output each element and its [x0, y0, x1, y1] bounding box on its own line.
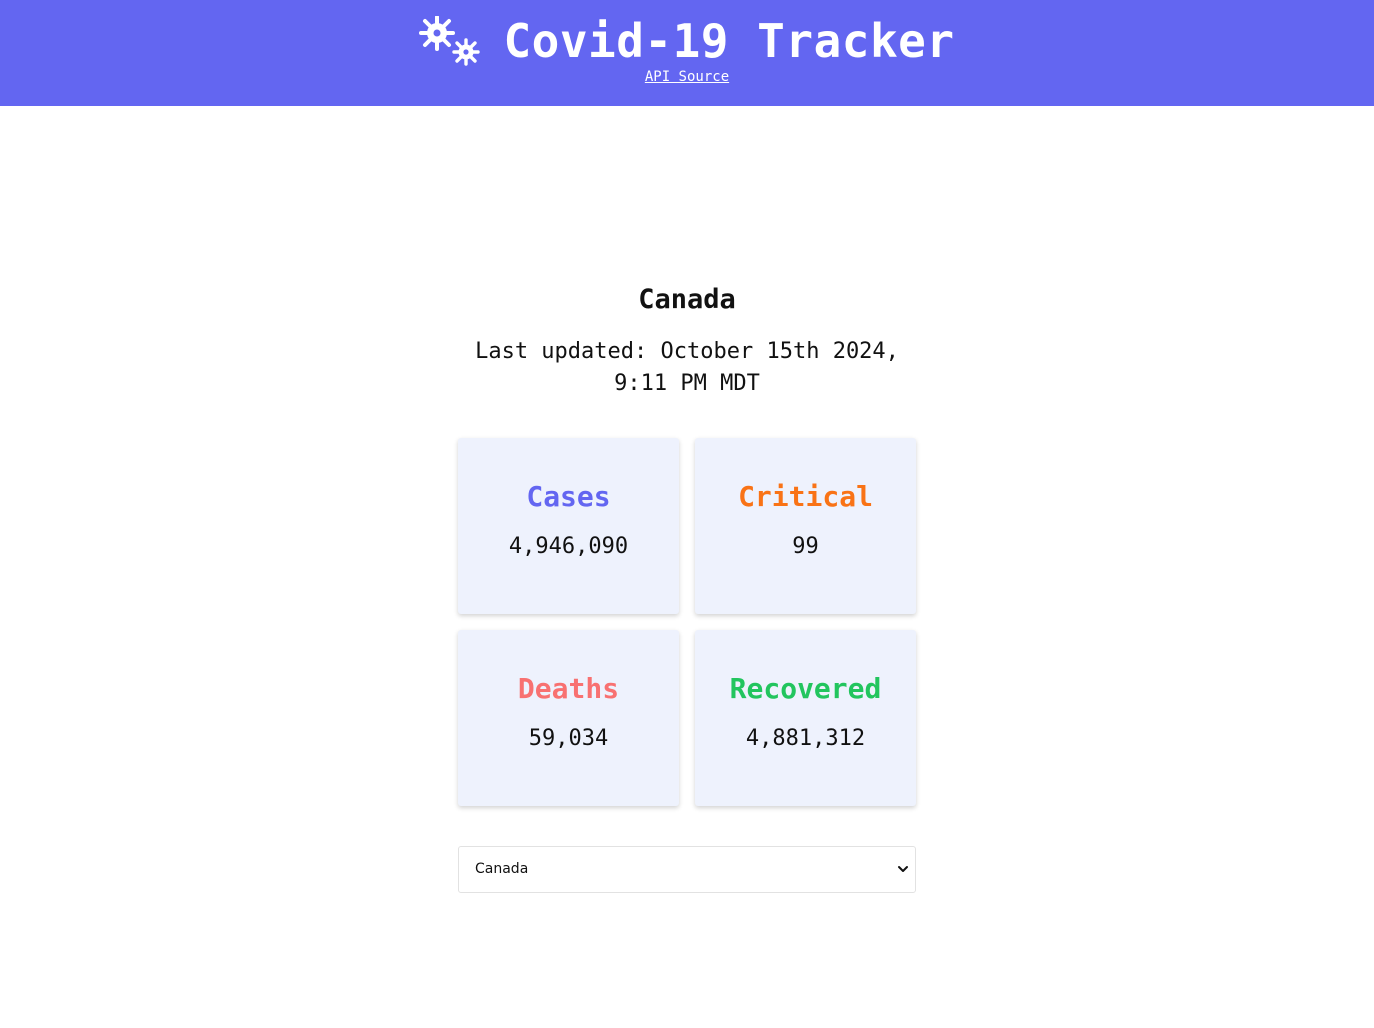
header: Covid-19 Tracker API Source	[0, 0, 1374, 106]
stat-card-critical: Critical 99	[695, 438, 916, 614]
stat-label-critical: Critical	[738, 480, 873, 513]
country-select[interactable]: Canada	[458, 846, 916, 893]
stat-card-deaths: Deaths 59,034	[458, 630, 679, 806]
brand: Covid-19 Tracker	[0, 14, 1374, 68]
app-title: Covid-19 Tracker	[503, 14, 955, 68]
country-heading: Canada	[638, 284, 736, 315]
stat-label-deaths: Deaths	[517, 672, 620, 705]
stat-card-cases: Cases 4,946,090	[458, 438, 679, 614]
stat-value-deaths: 59,034	[528, 726, 609, 751]
stat-label-recovered: Recovered	[729, 672, 882, 705]
country-select-value: Canada	[475, 861, 529, 877]
stat-value-critical: 99	[792, 534, 819, 559]
virus-icon	[419, 16, 481, 66]
stat-value-cases: 4,946,090	[508, 534, 629, 559]
last-updated-text: Last updated: October 15th 2024, 9:11 PM…	[475, 339, 899, 396]
stat-label-cases: Cases	[526, 480, 611, 513]
stat-value-recovered: 4,881,312	[745, 726, 866, 751]
chevron-down-icon	[898, 866, 908, 872]
api-source-link[interactable]: API Source	[0, 69, 1374, 85]
stat-card-recovered: Recovered 4,881,312	[695, 630, 916, 806]
